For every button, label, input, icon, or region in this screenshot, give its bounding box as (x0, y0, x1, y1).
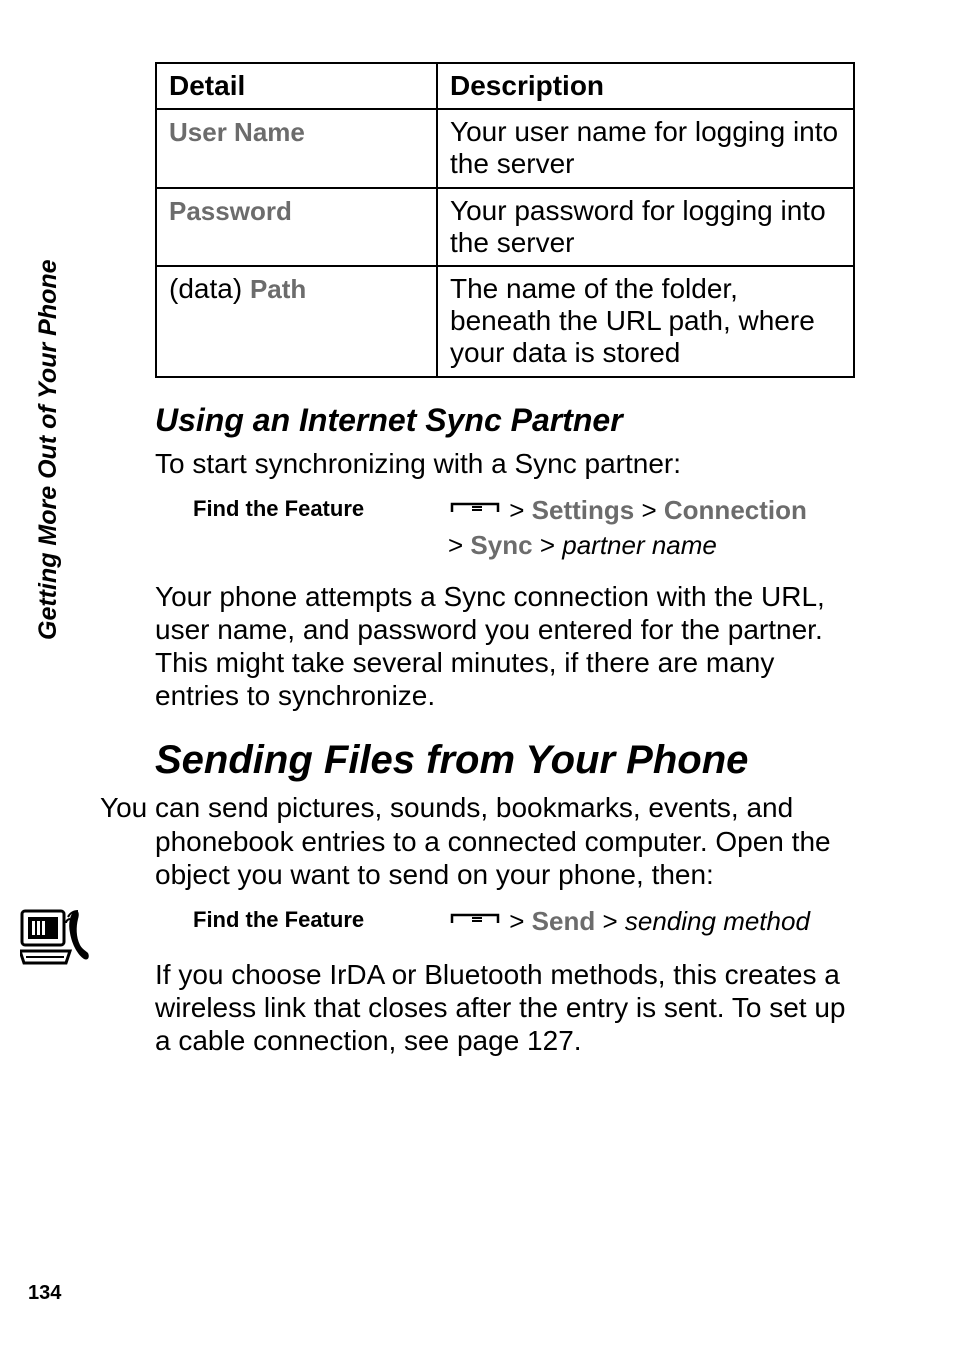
row-desc: Your user name for logging into the serv… (437, 109, 854, 187)
subsection-heading: Using an Internet Sync Partner (155, 402, 864, 439)
intro-text: You can send pictures, sounds, bookmarks… (100, 791, 864, 890)
body-text: If you choose IrDA or Bluetooth methods,… (155, 958, 864, 1057)
menu-path: > Settings > Connection > Sync > partner… (448, 494, 807, 563)
menu-path: > Send > sending method (448, 905, 810, 940)
row-label-prefix: (data) (169, 273, 250, 304)
section-heading: Sending Files from Your Phone (155, 738, 864, 783)
manual-page: Getting More Out of Your Phone 134 Detai… (0, 0, 954, 1345)
intro-span: You can send pictures, sounds, bookmarks… (100, 792, 831, 889)
table-header-row: Detail Description (156, 63, 854, 109)
row-desc: Your password for logging into the serve… (437, 188, 854, 266)
header-detail: Detail (156, 63, 437, 109)
menu-step-placeholder: sending method (625, 906, 810, 936)
page-content: Detail Description User Name Your user n… (155, 62, 864, 1057)
menu-step: Send (532, 906, 596, 936)
computer-phone-icon (20, 905, 94, 972)
menu-step: Connection (664, 495, 807, 525)
row-label: User Name (169, 117, 305, 147)
find-feature-label: Find the Feature (155, 905, 448, 933)
menu-step: Sync (470, 530, 532, 560)
find-feature-block: Find the Feature > Send > sending method (155, 905, 864, 940)
table-row: (data) Path The name of the folder, bene… (156, 266, 854, 377)
page-number: 134 (28, 1282, 61, 1305)
detail-table: Detail Description User Name Your user n… (155, 62, 855, 378)
menu-step: Settings (532, 495, 635, 525)
find-feature-label: Find the Feature (155, 494, 448, 522)
menu-step-placeholder: partner name (562, 530, 717, 560)
row-label: Path (250, 274, 306, 304)
table-row: Password Your password for logging into … (156, 188, 854, 266)
menu-key-icon (448, 906, 502, 940)
header-description: Description (437, 63, 854, 109)
intro-text: To start synchronizing with a Sync partn… (155, 447, 864, 480)
find-feature-block: Find the Feature > Settings > Connection… (155, 494, 864, 563)
row-desc: The name of the folder, beneath the URL … (437, 266, 854, 377)
body-text: Your phone attempts a Sync connection wi… (155, 580, 864, 712)
section-side-label: Getting More Out of Your Phone (34, 259, 63, 640)
table-row: User Name Your user name for logging int… (156, 109, 854, 187)
menu-key-icon (448, 495, 502, 529)
row-label: Password (169, 196, 292, 226)
